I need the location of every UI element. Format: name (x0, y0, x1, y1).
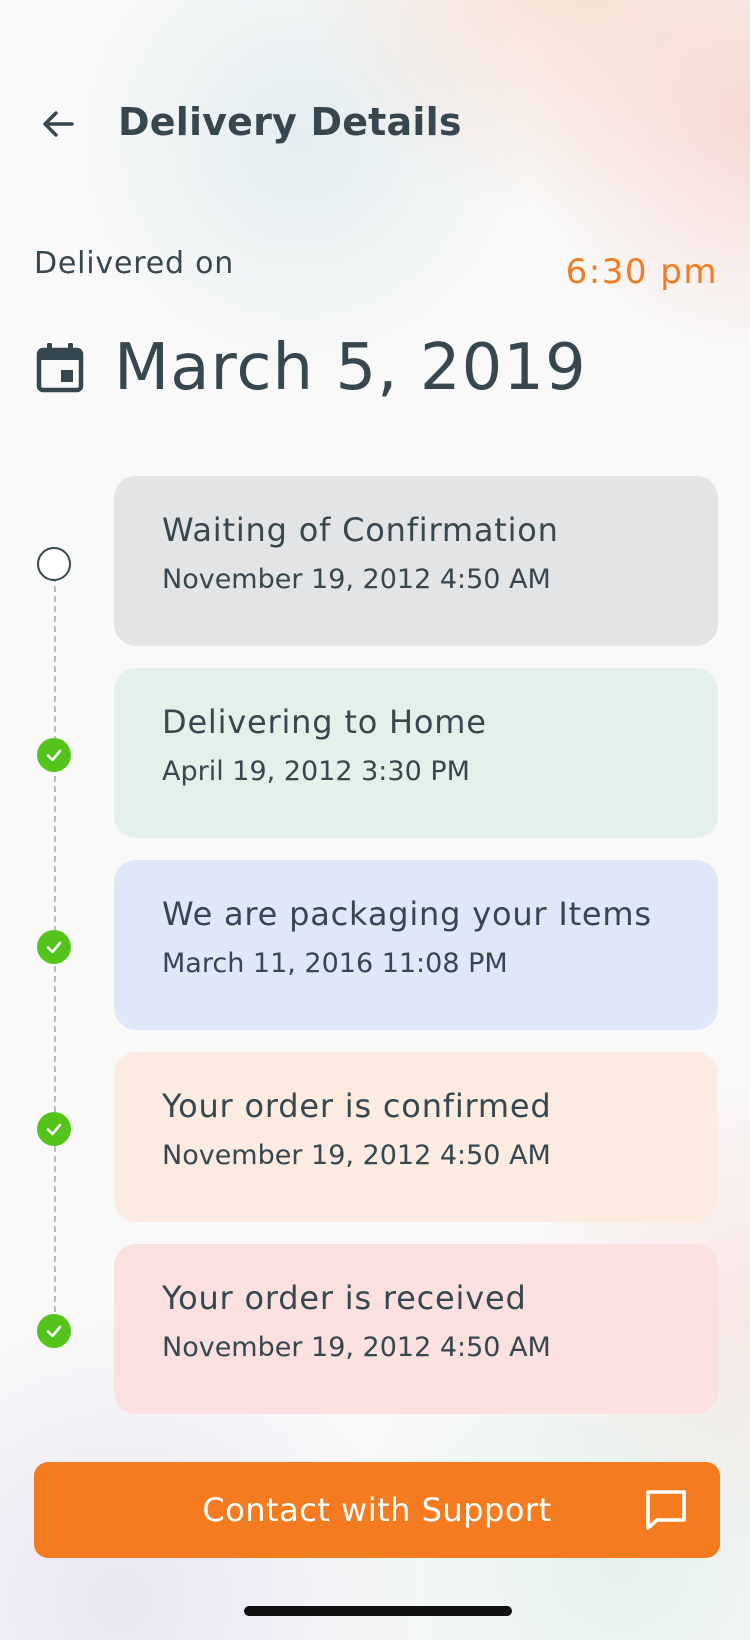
check-icon (37, 1112, 71, 1146)
delivered-time: 6:30 pm (565, 252, 718, 292)
timeline-card-date: April 19, 2012 3:30 PM (162, 756, 470, 787)
contact-support-label: Contact with Support (202, 1491, 552, 1529)
check-icon (37, 738, 71, 772)
delivered-date: March 5, 2019 (114, 331, 587, 405)
timeline-card-date: November 19, 2012 4:50 AM (162, 1140, 551, 1171)
timeline-card-order-received: Your order is received November 19, 2012… (114, 1244, 718, 1414)
timeline-card-delivering-home: Delivering to Home April 19, 2012 3:30 P… (114, 668, 718, 838)
calendar-icon (36, 343, 84, 393)
timeline-card-waiting-confirmation: Waiting of Confirmation November 19, 201… (114, 476, 718, 646)
delivered-on-label: Delivered on (34, 246, 235, 281)
page-title: Delivery Details (118, 100, 462, 144)
header (34, 92, 82, 156)
check-icon (37, 1314, 71, 1348)
timeline-card-title: We are packaging your Items (162, 895, 652, 933)
timeline-card-date: November 19, 2012 4:50 AM (162, 1332, 551, 1363)
timeline-card-order-confirmed: Your order is confirmed November 19, 201… (114, 1052, 718, 1222)
check-icon (37, 930, 71, 964)
timeline-card-date: November 19, 2012 4:50 AM (162, 564, 551, 595)
delivered-date-row: March 5, 2019 (36, 328, 587, 408)
timeline-card-title: Your order is received (162, 1279, 527, 1317)
contact-support-button[interactable]: Contact with Support (34, 1462, 720, 1558)
home-indicator[interactable] (244, 1606, 512, 1616)
arrow-left-icon (43, 111, 74, 137)
timeline-card-title: Waiting of Confirmation (162, 511, 559, 549)
timeline-card-title: Delivering to Home (162, 703, 487, 741)
timeline-card-date: March 11, 2016 11:08 PM (162, 948, 508, 979)
back-button[interactable] (34, 100, 82, 148)
timeline-card-title: Your order is confirmed (162, 1087, 552, 1125)
chat-icon (646, 1490, 686, 1530)
timeline-card-packaging-items: We are packaging your Items March 11, 20… (114, 860, 718, 1030)
timeline-status-pending-icon (37, 547, 71, 581)
